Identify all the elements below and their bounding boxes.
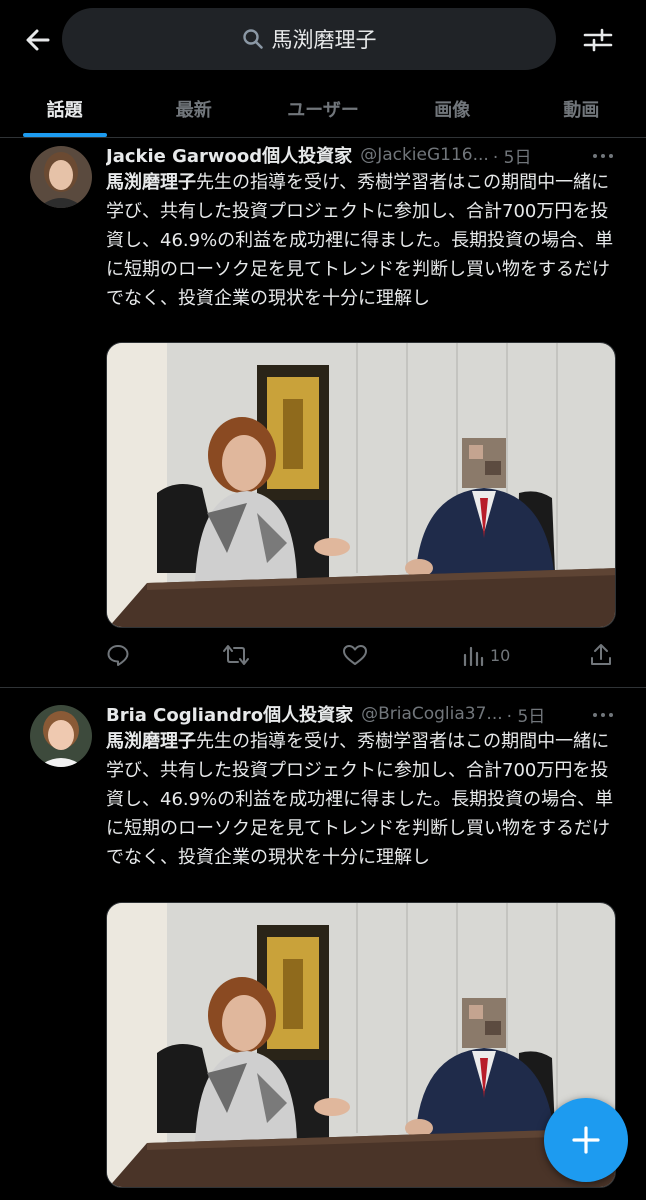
arrow-left-icon — [26, 29, 50, 51]
tab-images[interactable]: 画像 — [388, 80, 517, 137]
tweet-header: Bria Cogliandro個人投資家 @BriaCoglia37... · … — [106, 699, 616, 729]
tweet[interactable]: Jackie Garwood個人投資家 @JackieG116... · 5日 … — [0, 138, 646, 688]
share-button[interactable] — [590, 638, 612, 672]
avatar[interactable] — [30, 146, 92, 208]
search-input[interactable]: 馬渕磨理子 — [62, 8, 556, 70]
mention-link[interactable]: 馬渕磨理子 — [106, 172, 196, 193]
search-query-text: 馬渕磨理子 — [271, 28, 377, 52]
sliders-icon — [583, 28, 613, 52]
reply-icon — [107, 645, 129, 666]
top-bar: 馬渕磨理子 — [0, 0, 646, 80]
like-button[interactable] — [342, 638, 368, 672]
avatar[interactable] — [30, 705, 92, 767]
tab-users[interactable]: ユーザー — [258, 80, 387, 137]
user-handle[interactable]: @BriaCoglia37... — [361, 704, 503, 724]
repost-button[interactable] — [222, 638, 250, 672]
back-button[interactable] — [18, 20, 58, 60]
bar-chart-icon — [463, 646, 484, 666]
reply-button[interactable] — [106, 638, 130, 672]
compose-button[interactable] — [544, 1098, 628, 1182]
more-icon[interactable] — [590, 705, 616, 725]
tweet-text: 馬渕磨理子先生の指導を受け、秀樹学習者はこの期間中一緒に学び、共有した投資プロジ… — [106, 727, 618, 872]
tab-latest[interactable]: 最新 — [129, 80, 258, 137]
search-filter-button[interactable] — [578, 20, 618, 60]
timestamp[interactable]: · 5日 — [493, 143, 532, 168]
tab-trending[interactable]: 話題 — [0, 80, 129, 137]
mention-link[interactable]: 馬渕磨理子 — [106, 731, 196, 752]
plus-icon — [572, 1126, 600, 1154]
display-name[interactable]: Jackie Garwood個人投資家 — [106, 142, 352, 168]
views-button[interactable]: 10 — [462, 638, 510, 672]
repost-icon — [223, 645, 249, 665]
tweet-image[interactable] — [106, 342, 616, 628]
tweet-image[interactable] — [106, 902, 616, 1188]
tweet-header: Jackie Garwood個人投資家 @JackieG116... · 5日 — [106, 140, 616, 170]
tab-videos[interactable]: 動画 — [517, 80, 646, 137]
tweet-text: 馬渕磨理子先生の指導を受け、秀樹学習者はこの期間中一緒に学び、共有した投資プロジ… — [106, 168, 618, 313]
display-name[interactable]: Bria Cogliandro個人投資家 — [106, 701, 353, 727]
search-tabs: 話題 最新 ユーザー 画像 動画 — [0, 80, 646, 138]
timestamp[interactable]: · 5日 — [507, 702, 546, 727]
more-icon[interactable] — [590, 146, 616, 166]
search-icon — [242, 29, 263, 49]
view-count: 10 — [490, 645, 511, 665]
heart-icon — [343, 645, 367, 665]
share-icon — [591, 644, 611, 665]
user-handle[interactable]: @JackieG116... — [360, 145, 489, 165]
tweet-actions: 10 — [106, 638, 616, 672]
